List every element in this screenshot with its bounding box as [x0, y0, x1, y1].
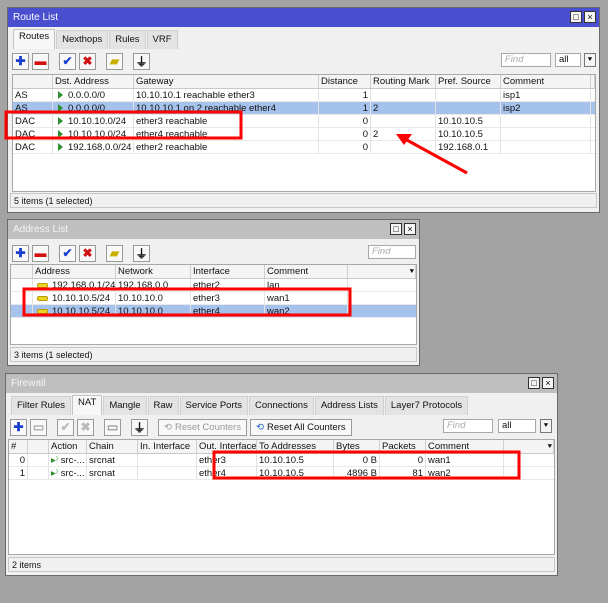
highlight-box-routes — [4, 110, 243, 140]
annotation-overlay — [4, 110, 521, 480]
arrow-head-icon — [396, 134, 412, 145]
highlight-arrow — [404, 137, 468, 175]
highlight-box-nat — [212, 450, 521, 480]
highlight-box-addresses — [22, 287, 352, 317]
